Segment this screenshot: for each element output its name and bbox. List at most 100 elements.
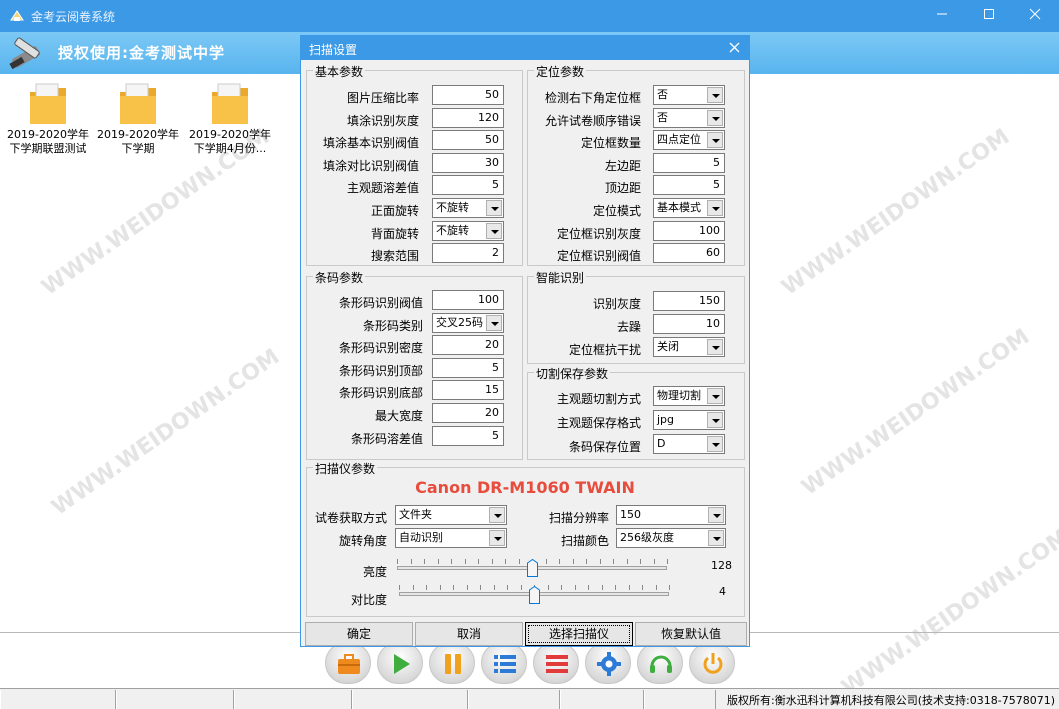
position-select[interactable]: 基本模式 (653, 198, 725, 218)
position-number-input[interactable]: 5 (653, 153, 725, 173)
cut-select[interactable]: 物理切割 (653, 386, 725, 406)
position-select[interactable]: 否 (653, 85, 725, 105)
slider-tick (628, 585, 630, 590)
menu-button[interactable] (533, 642, 579, 684)
close-icon (1029, 8, 1041, 20)
group-legend: 条码参数 (313, 269, 366, 286)
watermark: WWW.WEIDOWN.COM (837, 524, 1059, 701)
brightness-slider-thumb[interactable] (527, 559, 538, 577)
dialog-titlebar[interactable]: 扫描设置 (301, 36, 749, 60)
settings-button[interactable] (585, 642, 631, 684)
window-titlebar[interactable]: 金考云阅卷系统 (0, 0, 1059, 32)
contrast-slider-thumb[interactable] (529, 586, 540, 604)
field-label: 亮度 (362, 565, 387, 579)
exam-folder[interactable]: 2019-2020学年 下学期联盟测试 (2, 80, 94, 156)
cut-select[interactable]: D (653, 434, 725, 454)
folder-icon (120, 83, 156, 124)
copyright-text: 版权所有:衡水迅科计算机科技有限公司(技术支持:0318-7578071) (727, 694, 1055, 707)
select-value: 关闭 (657, 340, 679, 353)
slider-tick (640, 559, 641, 564)
app-icon (10, 10, 24, 21)
pause-button[interactable] (429, 642, 475, 684)
status-cell (468, 690, 560, 709)
watermark: WWW.WEIDOWN.COM (47, 344, 285, 521)
slider-tick (466, 585, 468, 590)
gear-icon (597, 652, 621, 676)
scan-color-select[interactable]: 256级灰度 (616, 528, 726, 548)
status-cell (644, 690, 716, 709)
slider-tick (586, 559, 587, 564)
tools-logo-icon (9, 37, 40, 70)
smart-number-input[interactable]: 150 (653, 291, 725, 311)
field-label: 左边距 (604, 159, 641, 173)
maximize-button[interactable] (966, 0, 1012, 32)
cut-select[interactable]: jpg (653, 410, 725, 430)
position-number-input[interactable]: 100 (653, 221, 725, 241)
barcode-number-input[interactable]: 5 (432, 358, 504, 378)
chevron-down-icon (707, 339, 723, 355)
select-value: 物理切割 (657, 389, 701, 402)
position-select[interactable]: 否 (653, 108, 725, 128)
position-field-row: 定位框识别灰度 (301, 222, 641, 244)
slider-tick (547, 585, 549, 590)
smart-field-row: 定位框抗干扰 (301, 338, 641, 360)
ok-button[interactable]: 确定 (305, 622, 413, 646)
exam-folder[interactable]: 2019-2020学年 下学期4月份... (184, 80, 276, 156)
position-field-row: 顶边距 (301, 176, 641, 198)
briefcase-icon (338, 654, 360, 674)
start-button[interactable] (377, 642, 423, 684)
slider-tick (464, 559, 466, 564)
dialog-close-button[interactable] (719, 36, 749, 60)
headset-icon (650, 655, 672, 673)
select-value: 文件夹 (399, 508, 432, 521)
power-button[interactable] (689, 642, 735, 684)
scan-dpi-select[interactable]: 150 (616, 505, 726, 525)
chevron-down-icon (707, 110, 723, 126)
field-label: 定位框识别阀值 (556, 249, 641, 263)
field-label: 扫描分辨率 (548, 511, 609, 525)
restore-defaults-button[interactable]: 恢复默认值 (635, 622, 747, 646)
slider-tick (439, 585, 441, 590)
group-legend: 扫描仪参数 (313, 460, 378, 477)
contrast-row: 对比度 (307, 588, 387, 610)
minimize-button[interactable] (919, 0, 965, 32)
field-label: 定位框抗干扰 (568, 343, 641, 357)
chevron-down-icon (489, 507, 505, 523)
list-button[interactable] (481, 642, 527, 684)
field-label: 试卷获取方式 (314, 511, 387, 525)
select-value: 否 (657, 88, 668, 101)
smart-select[interactable]: 关闭 (653, 337, 725, 357)
slider-tick (424, 559, 425, 564)
briefcase-button[interactable] (325, 642, 371, 684)
scan-dpi-row: 扫描分辨率 (531, 506, 609, 528)
slider-tick (588, 585, 589, 590)
exam-folder[interactable]: 2019-2020学年 下学期 (92, 80, 184, 156)
folder-name-line2: 下学期4月份... (193, 142, 267, 155)
dialog-title: 扫描设置 (309, 43, 358, 57)
group-legend: 智能识别 (534, 269, 587, 286)
field-label: 主观题保存格式 (556, 416, 641, 430)
field-label: 定位模式 (592, 204, 641, 218)
folder-icon (212, 83, 248, 124)
position-number-input[interactable]: 5 (653, 175, 725, 195)
power-icon (703, 653, 723, 674)
chevron-down-icon (707, 436, 723, 452)
watermark: WWW.WEIDOWN.COM (777, 124, 1015, 301)
acquire-method-select[interactable]: 文件夹 (395, 505, 507, 525)
slider-tick (667, 559, 668, 564)
cancel-button[interactable]: 取消 (415, 622, 523, 646)
select-scanner-button[interactable]: 选择扫描仪 (525, 622, 633, 646)
scan-settings-dialog: 扫描设置 基本参数 定位参数 条码参数 智能识别 切割保存参数 扫描仪参数 图片… (300, 35, 750, 647)
close-button[interactable] (1012, 0, 1058, 32)
slider-tick (599, 559, 601, 564)
rotate-angle-select[interactable]: 自动识别 (395, 528, 507, 548)
slider-tick (505, 559, 506, 564)
field-label: 允许试卷顺序错误 (544, 114, 641, 128)
position-select[interactable]: 四点定位 (653, 130, 725, 150)
smart-number-input[interactable]: 10 (653, 314, 725, 334)
position-number-input[interactable]: 60 (653, 243, 725, 263)
brightness-value: 128 (711, 559, 732, 572)
support-button[interactable] (637, 642, 683, 684)
slider-tick (574, 585, 576, 590)
status-cell (352, 690, 468, 709)
